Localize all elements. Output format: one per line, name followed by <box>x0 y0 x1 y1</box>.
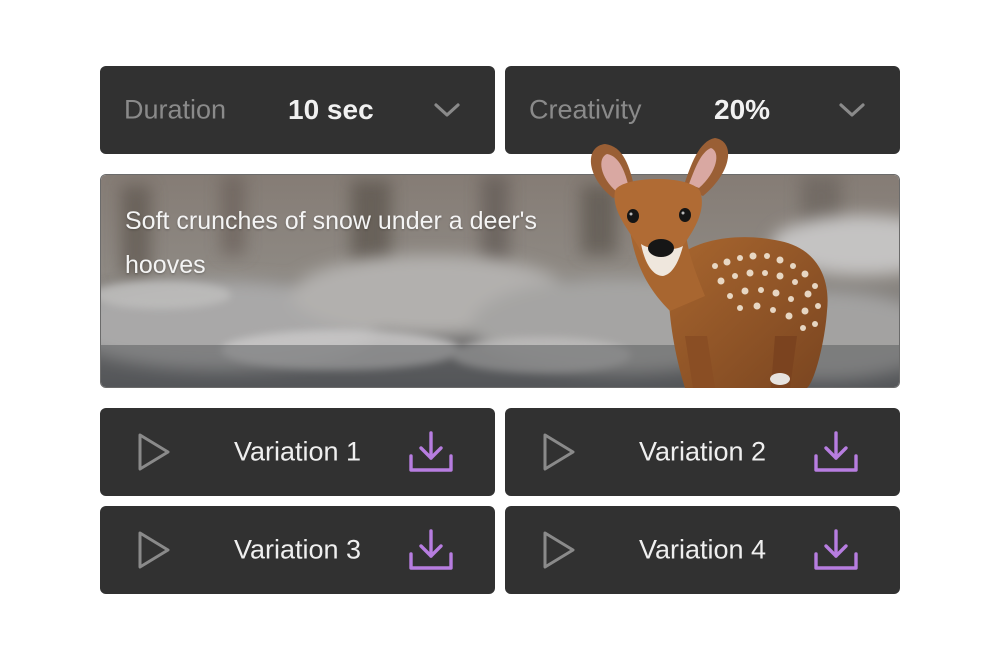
duration-value: 10 sec <box>288 94 374 125</box>
variation-4-row[interactable]: Variation 4 <box>505 506 900 594</box>
download-icon[interactable] <box>407 528 455 572</box>
download-icon[interactable] <box>812 528 860 572</box>
variation-2-row[interactable]: Variation 2 <box>505 408 900 496</box>
variation-1-row[interactable]: Variation 1 <box>100 408 495 496</box>
deer-image <box>590 138 828 388</box>
chevron-down-icon[interactable] <box>837 100 867 120</box>
duration-label: Duration <box>124 94 227 125</box>
duration-select[interactable]: Duration 10 sec <box>100 66 495 154</box>
chevron-down-icon[interactable] <box>432 100 462 120</box>
prompt-text: Soft crunches of snow under a deer's hoo… <box>125 207 537 279</box>
download-icon[interactable] <box>812 430 860 474</box>
creativity-value: 20% <box>714 94 771 125</box>
variation-3-row[interactable]: Variation 3 <box>100 506 495 594</box>
download-icon[interactable] <box>407 430 455 474</box>
creativity-label: Creativity <box>529 94 642 125</box>
